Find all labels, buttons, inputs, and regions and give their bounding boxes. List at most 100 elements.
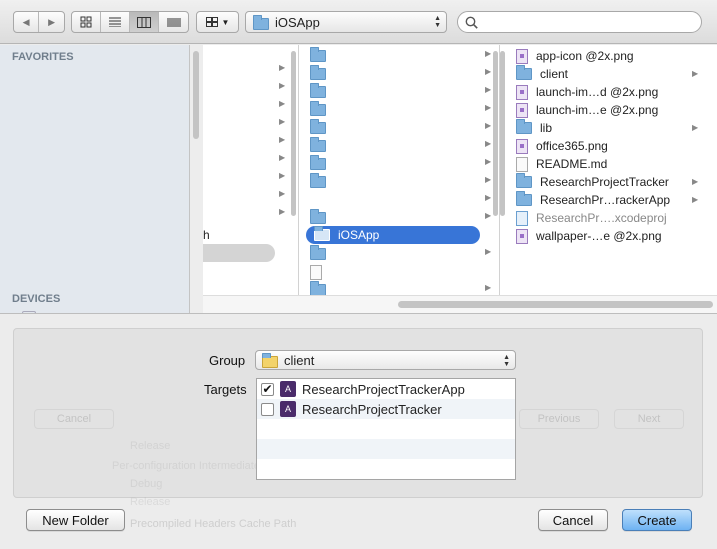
list-item[interactable] bbox=[310, 47, 326, 65]
list-item[interactable] bbox=[310, 101, 326, 119]
list-item[interactable] bbox=[310, 65, 326, 83]
target-row[interactable]: ✔ A ResearchProjectTrackerApp bbox=[257, 379, 515, 399]
file-list-item[interactable]: launch-im…e @2x.png bbox=[516, 101, 658, 119]
documents-folder-icon bbox=[310, 137, 326, 152]
folder-icon bbox=[516, 191, 532, 206]
target-name: ResearchProjectTracker bbox=[302, 401, 442, 417]
browser-column-2: iOSApp ▶ ▶ ▶ ▶ ▶ ▶ ▶ ▶ ▶ ▶ ▶ ▶ ▶ bbox=[304, 45, 500, 296]
folder-icon bbox=[310, 155, 326, 170]
list-item[interactable] bbox=[310, 119, 326, 137]
disclosure-arrow-icon: ▶ bbox=[485, 139, 492, 148]
disclosure-arrow-icon: ▶ bbox=[279, 207, 286, 216]
updown-arrows-icon: ▲ ▼ bbox=[503, 354, 510, 368]
folder-icon bbox=[310, 83, 326, 98]
file-list-item[interactable]: launch-im…d @2x.png bbox=[516, 83, 658, 101]
disclosure-arrow-icon: ▶ bbox=[692, 195, 699, 204]
selected-item-iosapp[interactable]: iOSApp bbox=[314, 226, 379, 244]
back-button[interactable]: ◀ bbox=[14, 12, 40, 32]
arrange-button[interactable]: ▼ bbox=[196, 11, 239, 33]
disclosure-arrow-icon: ▶ bbox=[692, 69, 699, 78]
list-item[interactable] bbox=[310, 245, 326, 263]
icon-view-button[interactable] bbox=[72, 12, 101, 32]
pictures-folder-icon bbox=[310, 209, 326, 224]
target-row[interactable]: A ResearchProjectTracker bbox=[257, 399, 515, 419]
text-file-icon bbox=[516, 156, 528, 172]
column-view-icon bbox=[137, 16, 151, 28]
cancel-button[interactable]: Cancel bbox=[538, 509, 608, 531]
horizontal-scrollbar[interactable] bbox=[203, 295, 717, 313]
create-button[interactable]: Create bbox=[622, 509, 692, 531]
apps-folder-icon bbox=[310, 65, 326, 80]
disclosure-arrow-icon: ▶ bbox=[485, 49, 492, 58]
list-item[interactable] bbox=[310, 83, 326, 101]
image-file-icon bbox=[516, 48, 528, 64]
target-checkbox[interactable] bbox=[261, 402, 274, 416]
partial-list-item[interactable]: h bbox=[203, 226, 239, 244]
disclosure-arrow-icon: ▶ bbox=[485, 193, 492, 202]
file-list-item[interactable]: ResearchPr…rackerApp bbox=[516, 191, 670, 209]
horizontal-scroll-thumb[interactable] bbox=[398, 301, 713, 308]
group-popup[interactable]: client ▲ ▼ bbox=[255, 350, 516, 370]
file-list-item[interactable]: office365.png bbox=[516, 137, 608, 155]
column-3-scroll-thumb[interactable] bbox=[500, 51, 505, 216]
list-item[interactable] bbox=[310, 155, 326, 173]
targets-list: ✔ A ResearchProjectTrackerApp A Research… bbox=[256, 378, 516, 480]
coverflow-view-button[interactable] bbox=[159, 12, 188, 32]
file-name: ResearchPr…rackerApp bbox=[540, 193, 671, 207]
new-folder-button[interactable]: New Folder bbox=[26, 509, 125, 531]
folder-icon bbox=[314, 226, 330, 241]
sidebar: FAVORITES DEVICES bbox=[0, 45, 190, 313]
selected-item-label: iOSApp bbox=[338, 228, 380, 242]
back-arrow-icon: ◀ bbox=[22, 16, 30, 27]
file-list-item[interactable]: client bbox=[516, 65, 568, 83]
background-per-config-label: Per-configuration Intermediate bbox=[112, 460, 260, 472]
background-precompiled-label: Precompiled Headers Cache Path bbox=[130, 518, 297, 530]
group-label: Group bbox=[209, 353, 246, 368]
disclosure-arrow-icon: ▶ bbox=[485, 121, 492, 130]
path-popup[interactable]: iOSApp ▲ ▼ bbox=[245, 11, 447, 33]
forward-button[interactable]: ▶ bbox=[39, 12, 64, 32]
path-popup-label: iOSApp bbox=[275, 14, 320, 30]
search-field[interactable] bbox=[457, 11, 702, 33]
inactive-selection[interactable] bbox=[203, 244, 275, 262]
disclosure-arrow-icon: ▶ bbox=[692, 123, 699, 132]
column-2-scroll-thumb[interactable] bbox=[493, 51, 498, 216]
target-checkbox[interactable]: ✔ bbox=[261, 382, 274, 396]
list-item[interactable] bbox=[310, 173, 326, 191]
file-list-item[interactable]: ResearchPr….xcodeproj bbox=[516, 209, 667, 227]
file-list-item[interactable]: lib bbox=[516, 119, 552, 137]
file-name: client bbox=[540, 67, 569, 81]
disclosure-arrow-icon: ▶ bbox=[485, 211, 492, 220]
file-list-item[interactable]: app-icon @2x.png bbox=[516, 47, 634, 65]
view-mode-control bbox=[71, 11, 189, 33]
disclosure-arrow-icon: ▶ bbox=[279, 189, 286, 198]
folder-icon bbox=[516, 65, 532, 80]
disclosure-arrow-icon: ▶ bbox=[692, 177, 699, 186]
folder-icon bbox=[516, 173, 532, 188]
file-name: ResearchPr….xcodeproj bbox=[536, 211, 667, 225]
back-forward-control: ◀ ▶ bbox=[13, 11, 65, 33]
disclosure-arrow-icon: ▶ bbox=[485, 103, 492, 112]
sidebar-scroll-thumb[interactable] bbox=[193, 51, 199, 139]
file-list-item[interactable]: ResearchProjectTracker bbox=[516, 173, 669, 191]
column-view-button[interactable] bbox=[130, 12, 159, 32]
background-release-label: Release bbox=[130, 440, 171, 452]
column-browser: ▶ ▶ ▶ ▶ ▶ ▶ ▶ ▶ ▶ h iOSApp ▶ ▶ ▶ ▶ ▶ ▶ ▶… bbox=[203, 45, 717, 313]
file-list-item[interactable]: README.md bbox=[516, 155, 607, 173]
search-icon bbox=[465, 16, 478, 29]
updown-arrows-icon: ▲ ▼ bbox=[434, 15, 441, 29]
search-input[interactable] bbox=[482, 15, 692, 29]
list-view-button[interactable] bbox=[101, 12, 130, 32]
list-item[interactable] bbox=[310, 263, 322, 281]
file-list-item[interactable]: wallpaper-…e @2x.png bbox=[516, 227, 662, 245]
column-1-scroll-thumb[interactable] bbox=[291, 51, 296, 216]
targets-label: Targets bbox=[204, 382, 247, 397]
list-item[interactable] bbox=[310, 209, 326, 227]
sidebar-scrollbar[interactable] bbox=[190, 45, 203, 313]
icon-view-icon bbox=[80, 16, 92, 28]
list-item[interactable] bbox=[310, 137, 326, 155]
disclosure-arrow-icon: ▶ bbox=[485, 157, 492, 166]
file-name: office365.png bbox=[536, 139, 608, 153]
arrange-grid-icon bbox=[205, 17, 218, 27]
file-name: wallpaper-…e @2x.png bbox=[536, 229, 662, 243]
